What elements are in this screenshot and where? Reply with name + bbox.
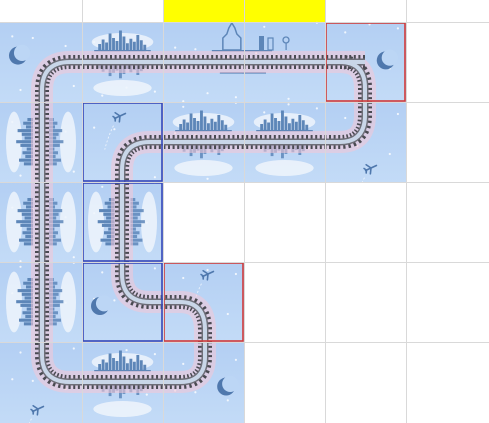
star-icon (153, 353, 156, 356)
star-icon (113, 299, 116, 302)
star-icon (145, 393, 148, 396)
star-icon (388, 152, 391, 156)
star-icon (263, 111, 266, 114)
star-icon (182, 276, 185, 280)
star-icon (19, 265, 22, 268)
star-icon (206, 268, 209, 272)
star-icon (234, 358, 237, 361)
star-icon (113, 128, 116, 131)
star-icon (263, 25, 266, 28)
star-icon (93, 126, 96, 129)
star-icon (182, 100, 185, 103)
star-icon (396, 112, 399, 116)
star-icon (64, 44, 67, 48)
star-icon (31, 36, 34, 40)
star-icon (206, 177, 209, 180)
star-icon (101, 271, 104, 274)
star-icon (226, 399, 229, 402)
star-icon (31, 379, 34, 382)
star-icon (174, 46, 177, 49)
star-icon (101, 94, 104, 97)
star-icon (344, 31, 347, 34)
star-icon (101, 185, 104, 188)
star-icon (315, 107, 318, 110)
star-icon (19, 351, 22, 354)
star-icon (206, 92, 209, 95)
star-icon (125, 349, 128, 352)
header-highlight-cell[interactable] (163, 0, 244, 22)
star-icon (287, 103, 290, 106)
star-icon (19, 260, 22, 263)
star-icon (234, 96, 237, 99)
star-icon (234, 272, 237, 276)
star-icon (153, 90, 156, 93)
star-icon (11, 35, 14, 38)
star-icon (182, 105, 185, 108)
star-icon (72, 256, 75, 259)
star-icon (344, 116, 347, 120)
star-icon (287, 97, 290, 100)
star-icon (72, 347, 75, 350)
star-icon (153, 176, 156, 179)
star-icon (72, 170, 75, 173)
star-icon (153, 267, 156, 270)
star-icon (19, 174, 22, 177)
star-icon (11, 378, 14, 381)
star-icon (194, 48, 197, 51)
star-icon (396, 27, 399, 30)
star-icon (72, 84, 75, 88)
star-icon (182, 362, 185, 365)
star-icon (19, 88, 22, 92)
star-icon (194, 391, 197, 394)
header-highlight-cell[interactable] (244, 0, 325, 22)
puzzle-board (0, 0, 489, 423)
star-icon (226, 312, 229, 316)
